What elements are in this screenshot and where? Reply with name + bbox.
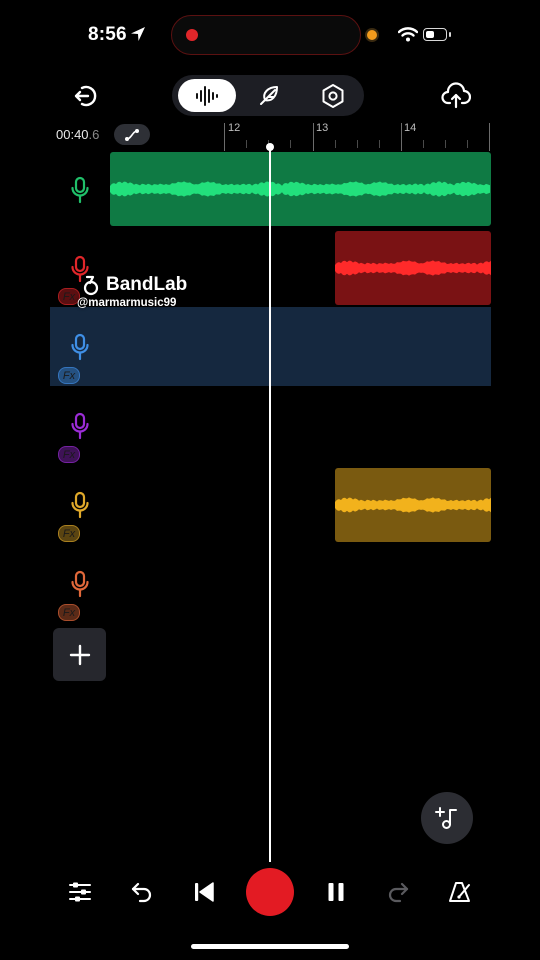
track-1-region[interactable] [110,152,491,226]
waveform-mode-button[interactable] [178,79,236,112]
waveform-icon [196,85,218,106]
battery-icon [423,28,447,41]
mode-switcher [172,75,364,116]
record-button[interactable] [246,868,294,916]
cloud-upload-icon [441,82,471,109]
record-icon [246,868,294,916]
track-3-mic-button[interactable] [68,333,92,361]
track-3-fx-button[interactable]: Fx [58,367,80,384]
time-fraction: .6 [88,127,100,142]
redo-icon [388,882,409,903]
pause-button[interactable] [320,876,352,908]
ruler-label: 13 [316,122,329,134]
ruler-label: 12 [228,122,241,134]
mixer-button[interactable] [64,876,96,908]
waveform-shape [335,497,491,513]
ruler-tick [246,140,247,148]
skip-to-start-button[interactable] [188,876,220,908]
track-6-mic-button[interactable] [68,570,92,598]
undo-button[interactable] [126,876,158,908]
metronome-button[interactable] [444,876,476,908]
bandlab-watermark: BandLab [80,274,187,296]
playhead-line[interactable] [269,147,271,862]
playhead-time-readout: 00:40.6 [56,127,99,142]
playhead-handle[interactable] [266,143,274,151]
redo-button[interactable] [382,876,414,908]
time-main: 00:40 [56,127,89,142]
pause-icon [328,883,344,901]
mixer-sliders-icon [69,882,91,902]
waveform-shape [110,181,490,197]
plus-icon [69,644,90,665]
battery-tip [449,32,451,37]
track-5-region[interactable] [335,468,491,542]
exit-icon [74,85,97,107]
ruler-label: 14 [404,122,417,134]
hexagon-settings-icon [322,83,344,108]
track-4-mic-button[interactable] [68,412,92,440]
track-6-fx-button[interactable]: Fx [58,604,80,621]
automation-toggle[interactable] [114,124,150,145]
bandlab-logo-icon [83,275,99,296]
ruler-bar-line [224,123,225,151]
ruler-tick [423,140,424,148]
add-track-button[interactable] [53,628,106,681]
add-instrument-button[interactable] [421,792,473,844]
track-5-mic-button[interactable] [68,491,92,519]
ruler-tick [357,140,358,148]
add-music-note-icon [435,807,457,829]
home-indicator[interactable] [191,944,349,949]
track-2-waveform [335,260,491,276]
ruler-bar-line [401,123,402,151]
microphone-icon [71,570,89,598]
feather-mode-button[interactable] [252,79,286,112]
ruler-bar-line [313,123,314,151]
track-4-fx-button[interactable]: Fx [58,446,80,463]
waveform-shape [335,260,491,276]
microphone-icon [71,491,89,519]
watermark-handle: @marmarmusic99 [77,297,177,309]
track-5-fx-button[interactable]: Fx [58,525,80,542]
ruler-tick [335,140,336,148]
track-1-mic-button[interactable] [68,176,92,204]
ruler-tick [379,140,380,148]
microphone-icon [71,333,89,361]
ruler-bar-line [489,123,490,151]
track-2-region[interactable] [335,231,491,305]
recording-indicator-icon [186,29,198,41]
automation-curve-icon [125,128,139,141]
undo-icon [131,882,152,903]
skip-to-start-icon [195,882,214,902]
feather-icon [260,85,278,105]
dynamic-island [171,15,361,55]
wifi-icon [398,27,418,42]
exit-button[interactable] [68,80,102,112]
track-3-lane-selected[interactable] [50,307,491,386]
ruler-tick [467,140,468,148]
battery-level [425,30,434,38]
track-5-waveform [335,497,491,513]
metronome-icon [449,882,470,902]
camera-in-use-icon [367,30,377,40]
location-arrow-icon [131,27,145,41]
upload-button[interactable] [440,80,472,112]
status-time: 8:56 [88,24,127,45]
settings-mode-button[interactable] [316,79,350,112]
ruler-tick [290,140,291,148]
watermark-brand-text: BandLab [106,274,188,295]
microphone-icon [71,176,89,204]
track-1-waveform [110,181,490,197]
ruler-tick [445,140,446,148]
microphone-icon [71,412,89,440]
